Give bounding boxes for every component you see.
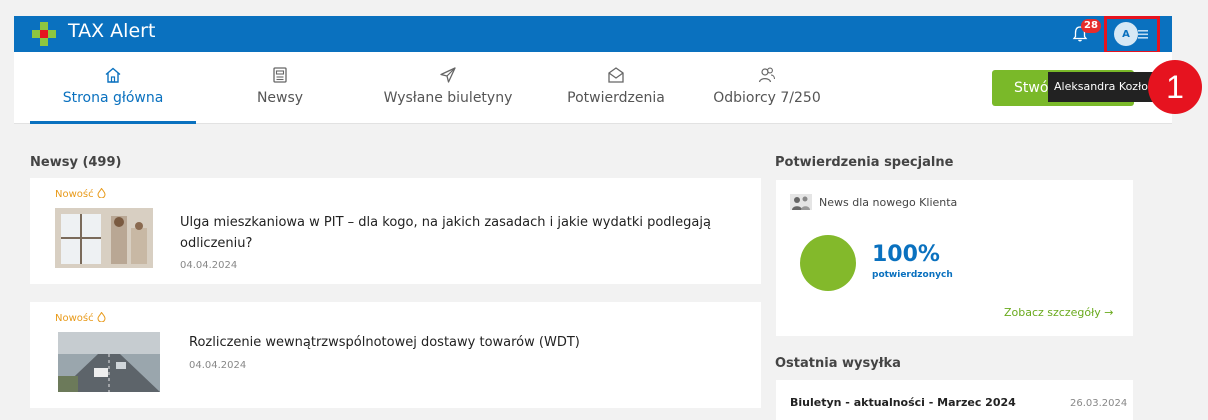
confirmation-card[interactable]: News dla nowego Klienta 100% potwierdzon… [776, 180, 1133, 336]
main-nav: Strona główna Newsy Wysłane biuletyny Po… [14, 52, 1172, 124]
tab-label: Odbiorcy 7/250 [713, 90, 821, 106]
tab-label: Strona główna [62, 90, 164, 106]
avatar-initials: A [1122, 28, 1130, 40]
new-badge: Nowość [55, 312, 106, 324]
notification-count-badge: 28 [1081, 19, 1101, 33]
last-sent-heading: Ostatnia wysyłka [775, 356, 901, 371]
progress-circle [800, 235, 856, 291]
create-button-label: Stwó [1014, 80, 1049, 96]
home-icon [105, 67, 121, 83]
send-icon [440, 67, 456, 83]
confirmation-item-label[interactable]: News dla nowego Klienta [819, 196, 957, 209]
step-marker: 1 [1148, 60, 1202, 114]
confirmations-heading: Potwierdzenia specjalne [775, 155, 954, 170]
news-title[interactable]: Rozliczenie wewnątrzwspólnotowej dostawy… [189, 332, 739, 353]
user-menu-icon[interactable] [1138, 27, 1148, 41]
newspaper-icon [273, 67, 287, 83]
see-details-link[interactable]: Zobacz szczegóły → [1004, 306, 1113, 319]
users-icon [758, 67, 776, 83]
app-logo-icon [32, 22, 56, 46]
new-badge: Nowość [55, 188, 106, 200]
tab-label: Wysłane biuletyny [383, 90, 513, 106]
avatar[interactable]: A [1114, 22, 1138, 46]
news-date: 04.04.2024 [189, 360, 247, 371]
news-heading: Newsy (499) [30, 155, 122, 170]
new-badge-label: Nowość [55, 313, 94, 324]
confirmation-percent: 100% [872, 242, 940, 267]
news-thumbnail[interactable] [55, 208, 153, 268]
new-badge-label: Nowość [55, 189, 94, 200]
last-sent-title[interactable]: Biuletyn - aktualności - Marzec 2024 [790, 396, 1016, 409]
tab-confirmations[interactable]: Potwierdzenia [560, 52, 672, 124]
envelope-icon [608, 67, 624, 83]
news-date: 04.04.2024 [180, 260, 238, 271]
flame-icon [97, 188, 106, 198]
news-card[interactable]: Nowość Rozliczenie wewnątrzwspólnotowej … [30, 302, 761, 408]
tab-home[interactable]: Strona główna [30, 52, 196, 124]
tab-sent-bulletins[interactable]: Wysłane biuletyny [372, 52, 524, 124]
news-thumbnail[interactable] [58, 332, 160, 392]
tab-recipients[interactable]: Odbiorcy 7/250 [706, 52, 828, 124]
top-bar: TAX Alert 28 A [14, 16, 1172, 54]
tab-label: Newsy [256, 90, 304, 106]
tab-label: Potwierdzenia [567, 90, 665, 106]
confirmation-percent-label: potwierdzonych [872, 270, 953, 280]
news-title[interactable]: Ulga mieszkaniowa w PIT – dla kogo, na j… [180, 212, 740, 254]
last-sent-date: 26.03.2024 [1070, 398, 1128, 409]
app-title[interactable]: TAX Alert [68, 20, 155, 42]
news-card[interactable]: Nowość Ulga mieszkaniowa w PIT – dla kog… [30, 178, 761, 284]
tab-news[interactable]: Newsy [236, 52, 324, 124]
last-sent-card[interactable]: Biuletyn - aktualności - Marzec 2024 26.… [776, 380, 1133, 420]
people-image-icon [790, 194, 812, 210]
flame-icon [97, 312, 106, 322]
